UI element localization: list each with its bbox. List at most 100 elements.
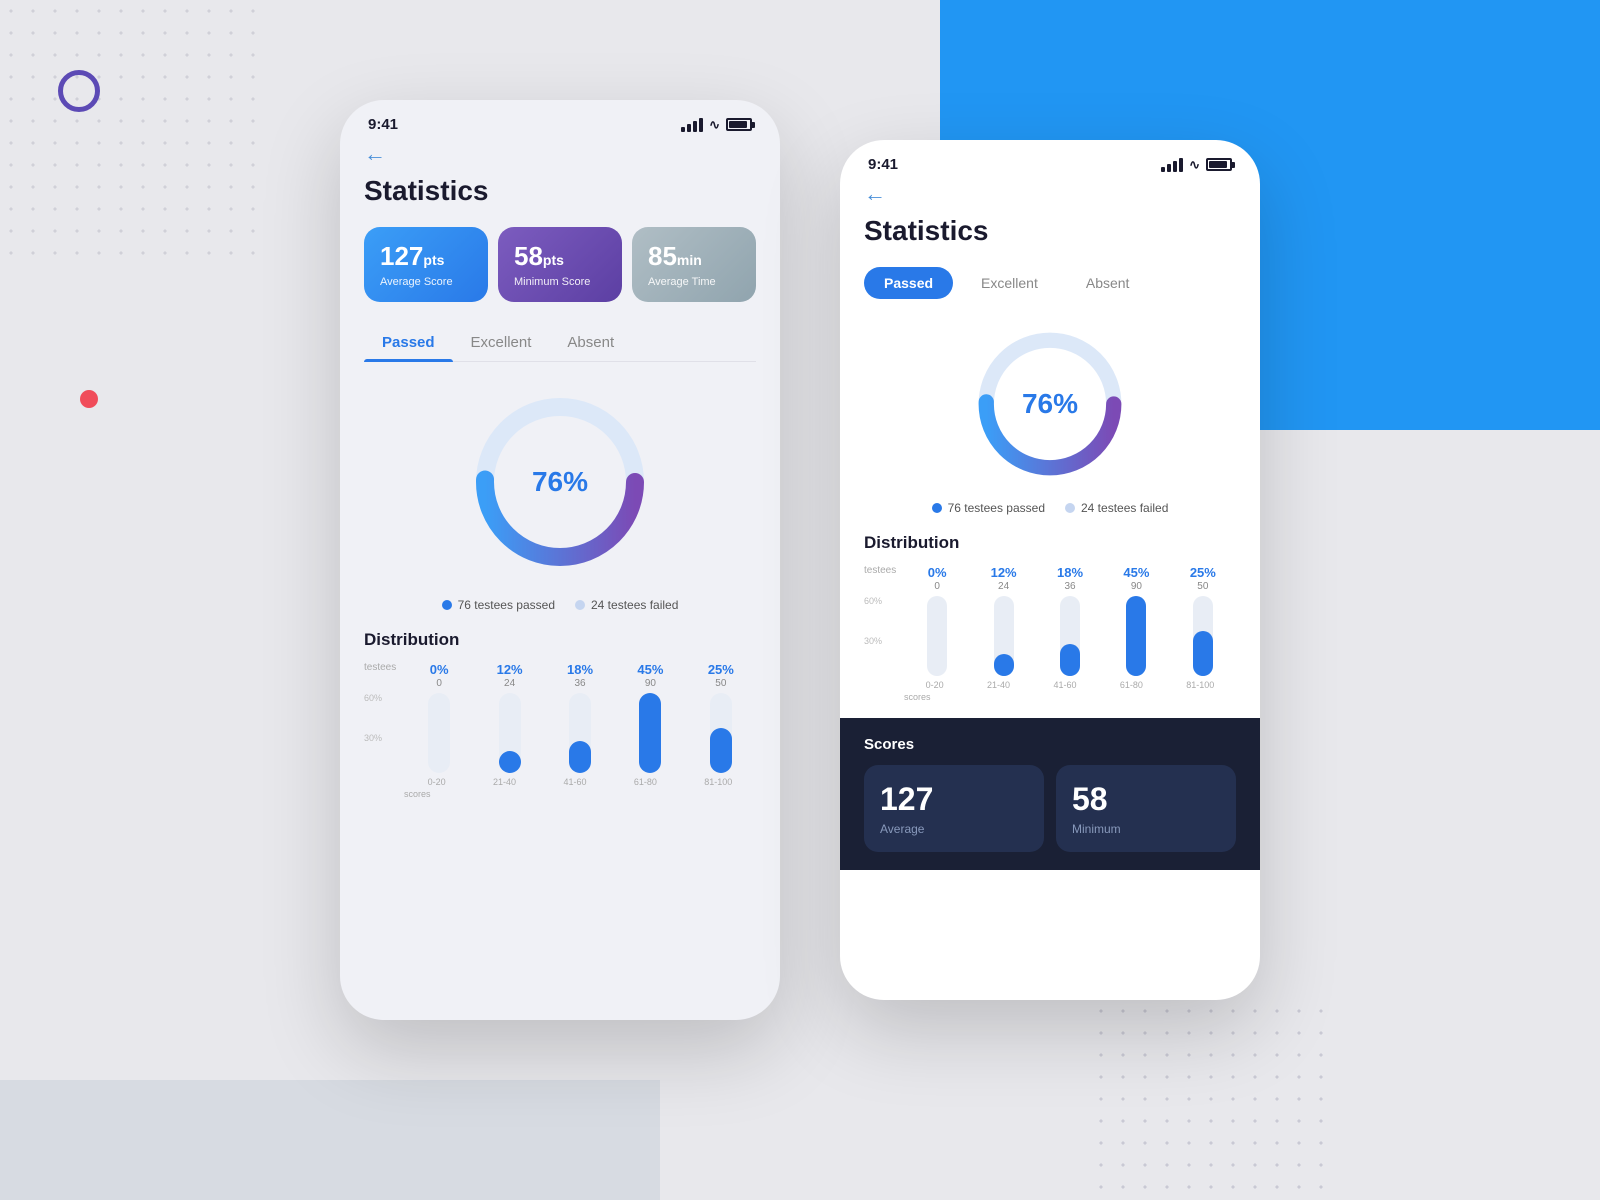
tab-absent-1[interactable]: Absent (549, 324, 632, 361)
scores-section-title: Scores (864, 736, 1236, 753)
status-icons-2: ∿ (1161, 157, 1232, 173)
score-card-time: 85min Average Time (632, 227, 756, 302)
legend-dot-passed (442, 600, 452, 610)
dist-col-1: 12% 24 (474, 662, 544, 689)
avg-value: 127pts (380, 241, 472, 272)
phone-2: 9:41 ∿ ← Statistics Passed (840, 140, 1260, 1000)
dist-col-4: 25% 50 (686, 662, 756, 689)
back-button-1[interactable]: ← (364, 141, 756, 167)
dist-pcts-1: 0% 0 12% 24 18% 36 45% 90 (404, 662, 756, 689)
dist-col-2-0: 0% 0 (904, 565, 970, 592)
bar2-2 (1060, 644, 1080, 676)
bar-bg-3 (639, 693, 661, 773)
page-title-2: Statistics (864, 215, 1236, 247)
legend-dot-failed (575, 600, 585, 610)
legend-failed-label: 24 testees failed (591, 598, 678, 612)
bar-bg-0 (428, 693, 450, 773)
phone-1: 9:41 ∿ ← Statistics (340, 100, 780, 1020)
phones-container: 9:41 ∿ ← Statistics (0, 0, 1600, 1200)
dist-col-2-2: 18% 36 (1037, 565, 1103, 592)
bar-chart-2: 60% 30% (864, 596, 1236, 676)
legend-2: 76 testees passed 24 testees failed (864, 501, 1236, 515)
x-label-1: scores (364, 789, 756, 799)
bar2-3 (1126, 596, 1146, 676)
wifi-icon-2: ∿ (1189, 157, 1200, 173)
tab-absent-2[interactable]: Absent (1066, 267, 1150, 299)
time-value: 85min (648, 241, 740, 272)
page-title-1: Statistics (364, 175, 756, 207)
donut-chart-1: 76% (364, 382, 756, 582)
score-box-min: 58 Minimum (1056, 765, 1236, 852)
tab-passed-1[interactable]: Passed (364, 324, 453, 361)
bar-chart-1: 60% 30% (364, 693, 756, 773)
dist-col-3: 45% 90 (615, 662, 685, 689)
dist-col-2-3: 45% 90 (1103, 565, 1169, 592)
time-2: 9:41 (868, 156, 898, 173)
phone-1-content: ← Statistics 127pts Average Score 58pts … (340, 141, 780, 1009)
score-box-min-value: 58 (1072, 781, 1220, 818)
y-axis-1: 60% 30% (364, 693, 382, 773)
legend-1: 76 testees passed 24 testees failed (364, 598, 756, 612)
score-box-avg-value: 127 (880, 781, 1028, 818)
score-box-min-label: Minimum (1072, 822, 1220, 836)
x-labels-2: 0-20 21-40 41-60 61-80 81-100 (904, 680, 1236, 690)
x-axis-1: 0-20 21-40 41-60 61-80 81-100 (364, 777, 756, 787)
distribution-title-2: Distribution (864, 533, 1236, 553)
bar-bg-1 (499, 693, 521, 773)
bar-1 (499, 751, 521, 773)
status-bar-1: 9:41 ∿ (340, 100, 780, 141)
time-1: 9:41 (368, 116, 398, 133)
x-labels-1: 0-20 21-40 41-60 61-80 81-100 (404, 777, 756, 787)
signal-icon-2 (1161, 158, 1183, 172)
legend-passed-label: 76 testees passed (458, 598, 555, 612)
dist-pcts-2: 0% 0 12% 24 18% 36 45% 90 (904, 565, 1236, 592)
dist-col-0: 0% 0 (404, 662, 474, 689)
scores-grid: 127 Average 58 Minimum (864, 765, 1236, 852)
bar2-bg-1 (994, 596, 1014, 676)
min-value: 58pts (514, 241, 606, 272)
score-card-min: 58pts Minimum Score (498, 227, 622, 302)
legend-passed-1: 76 testees passed (442, 598, 555, 612)
x-axis-2: 0-20 21-40 41-60 61-80 81-100 (864, 680, 1236, 690)
bar2-bg-4 (1193, 596, 1213, 676)
score-box-avg: 127 Average (864, 765, 1044, 852)
phone-2-content: ← Statistics Passed Excellent Absent (840, 181, 1260, 989)
time-label: Average Time (648, 276, 740, 288)
bar2-bg-3 (1126, 596, 1146, 676)
min-label: Minimum Score (514, 276, 606, 288)
bar-3 (639, 693, 661, 773)
battery-icon (726, 118, 752, 131)
status-bar-2: 9:41 ∿ (840, 140, 1260, 181)
dist-col-2-1: 12% 24 (970, 565, 1036, 592)
score-card-avg: 127pts Average Score (364, 227, 488, 302)
distribution-title-1: Distribution (364, 630, 756, 650)
dist-row-label-1: testees (364, 662, 404, 689)
dist-row-label-2: testees (864, 565, 904, 592)
bar-2 (569, 741, 591, 773)
battery-icon-2 (1206, 158, 1232, 171)
bar2-4 (1193, 631, 1213, 676)
bars-2 (904, 596, 1236, 676)
x-label-2: scores (864, 692, 1236, 702)
bar2-1 (994, 654, 1014, 676)
donut-pct-2: 76% (1022, 388, 1078, 420)
dist-col-2-4: 25% 50 (1170, 565, 1236, 592)
tab-passed-2[interactable]: Passed (864, 267, 953, 299)
dist-header-2: testees 0% 0 12% 24 18% 36 45% (864, 565, 1236, 592)
scores-section: Scores 127 Average 58 Minimum (840, 718, 1260, 870)
legend-dot-failed-2 (1065, 503, 1075, 513)
tabs-pill-2: Passed Excellent Absent (864, 267, 1236, 299)
bar-bg-4 (710, 693, 732, 773)
tabs-1: Passed Excellent Absent (364, 324, 756, 362)
tab-excellent-1[interactable]: Excellent (453, 324, 550, 361)
back-button-2[interactable]: ← (864, 181, 1236, 207)
legend-passed-2: 76 testees passed (932, 501, 1045, 515)
donut-chart-2: 76% (864, 319, 1236, 489)
bar2-bg-0 (927, 596, 947, 676)
tab-excellent-2[interactable]: Excellent (961, 267, 1058, 299)
bar-bg-2 (569, 693, 591, 773)
bar2-bg-2 (1060, 596, 1080, 676)
avg-label: Average Score (380, 276, 472, 288)
status-icons-1: ∿ (681, 117, 752, 133)
legend-failed-2: 24 testees failed (1065, 501, 1168, 515)
